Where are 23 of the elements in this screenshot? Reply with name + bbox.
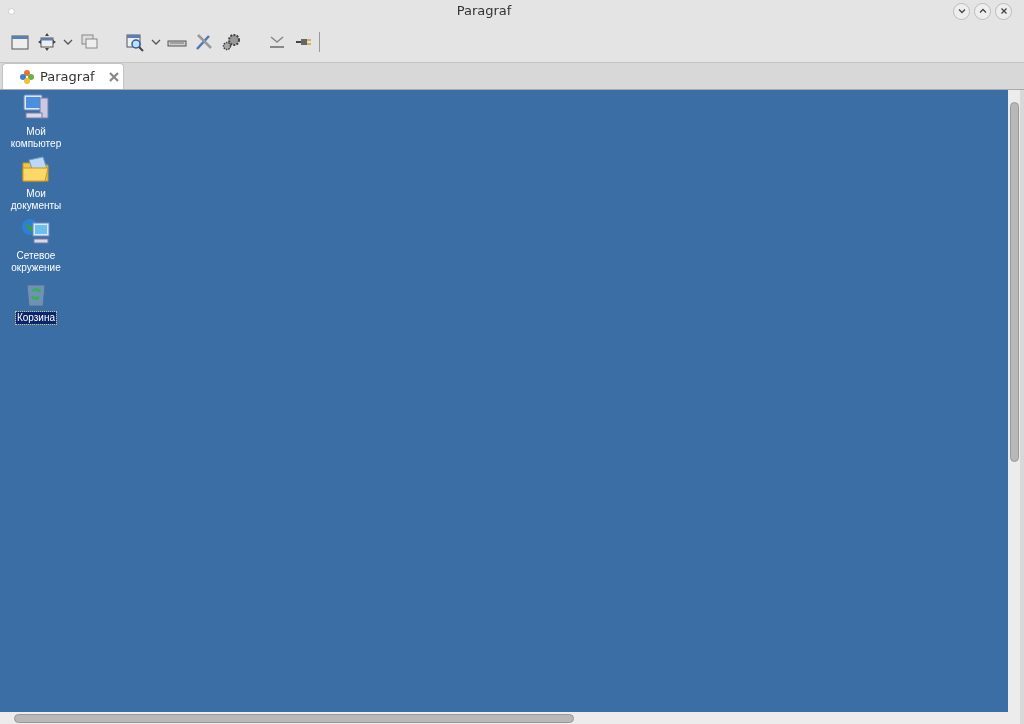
close-icon <box>999 7 1008 15</box>
desktop-icon-label: Сетевое окружение <box>10 250 62 274</box>
desktop-icon-label: Мой компьютер <box>9 126 63 150</box>
chevron-up-icon <box>978 7 987 15</box>
tab[interactable]: Paragraf <box>2 63 124 89</box>
minimize-button[interactable] <box>953 2 970 20</box>
tab-label: Paragraf <box>40 67 95 86</box>
close-button[interactable] <box>995 2 1012 20</box>
desktop-icon-label: Корзина <box>15 312 57 324</box>
window-title: Paragraf <box>456 2 512 21</box>
desktop-icon[interactable]: Мои документы <box>4 154 68 212</box>
desktop-icon[interactable]: Сетевое окружение <box>4 216 68 274</box>
app-logo-icon <box>19 68 35 85</box>
scroll-thumb[interactable] <box>1009 102 1019 462</box>
close-icon[interactable] <box>107 70 120 83</box>
desktop-icon-label: Мои документы <box>9 188 63 212</box>
vertical-scrollbar[interactable] <box>1008 90 1020 724</box>
desktop-icon[interactable]: Корзина <box>4 278 68 324</box>
scroll-thumb[interactable] <box>14 713 574 723</box>
maximize-button[interactable] <box>974 2 991 20</box>
horizontal-scrollbar[interactable] <box>0 712 1008 724</box>
desktop-icon[interactable]: Мой компьютер <box>4 92 68 150</box>
chevron-down-icon <box>957 7 966 15</box>
